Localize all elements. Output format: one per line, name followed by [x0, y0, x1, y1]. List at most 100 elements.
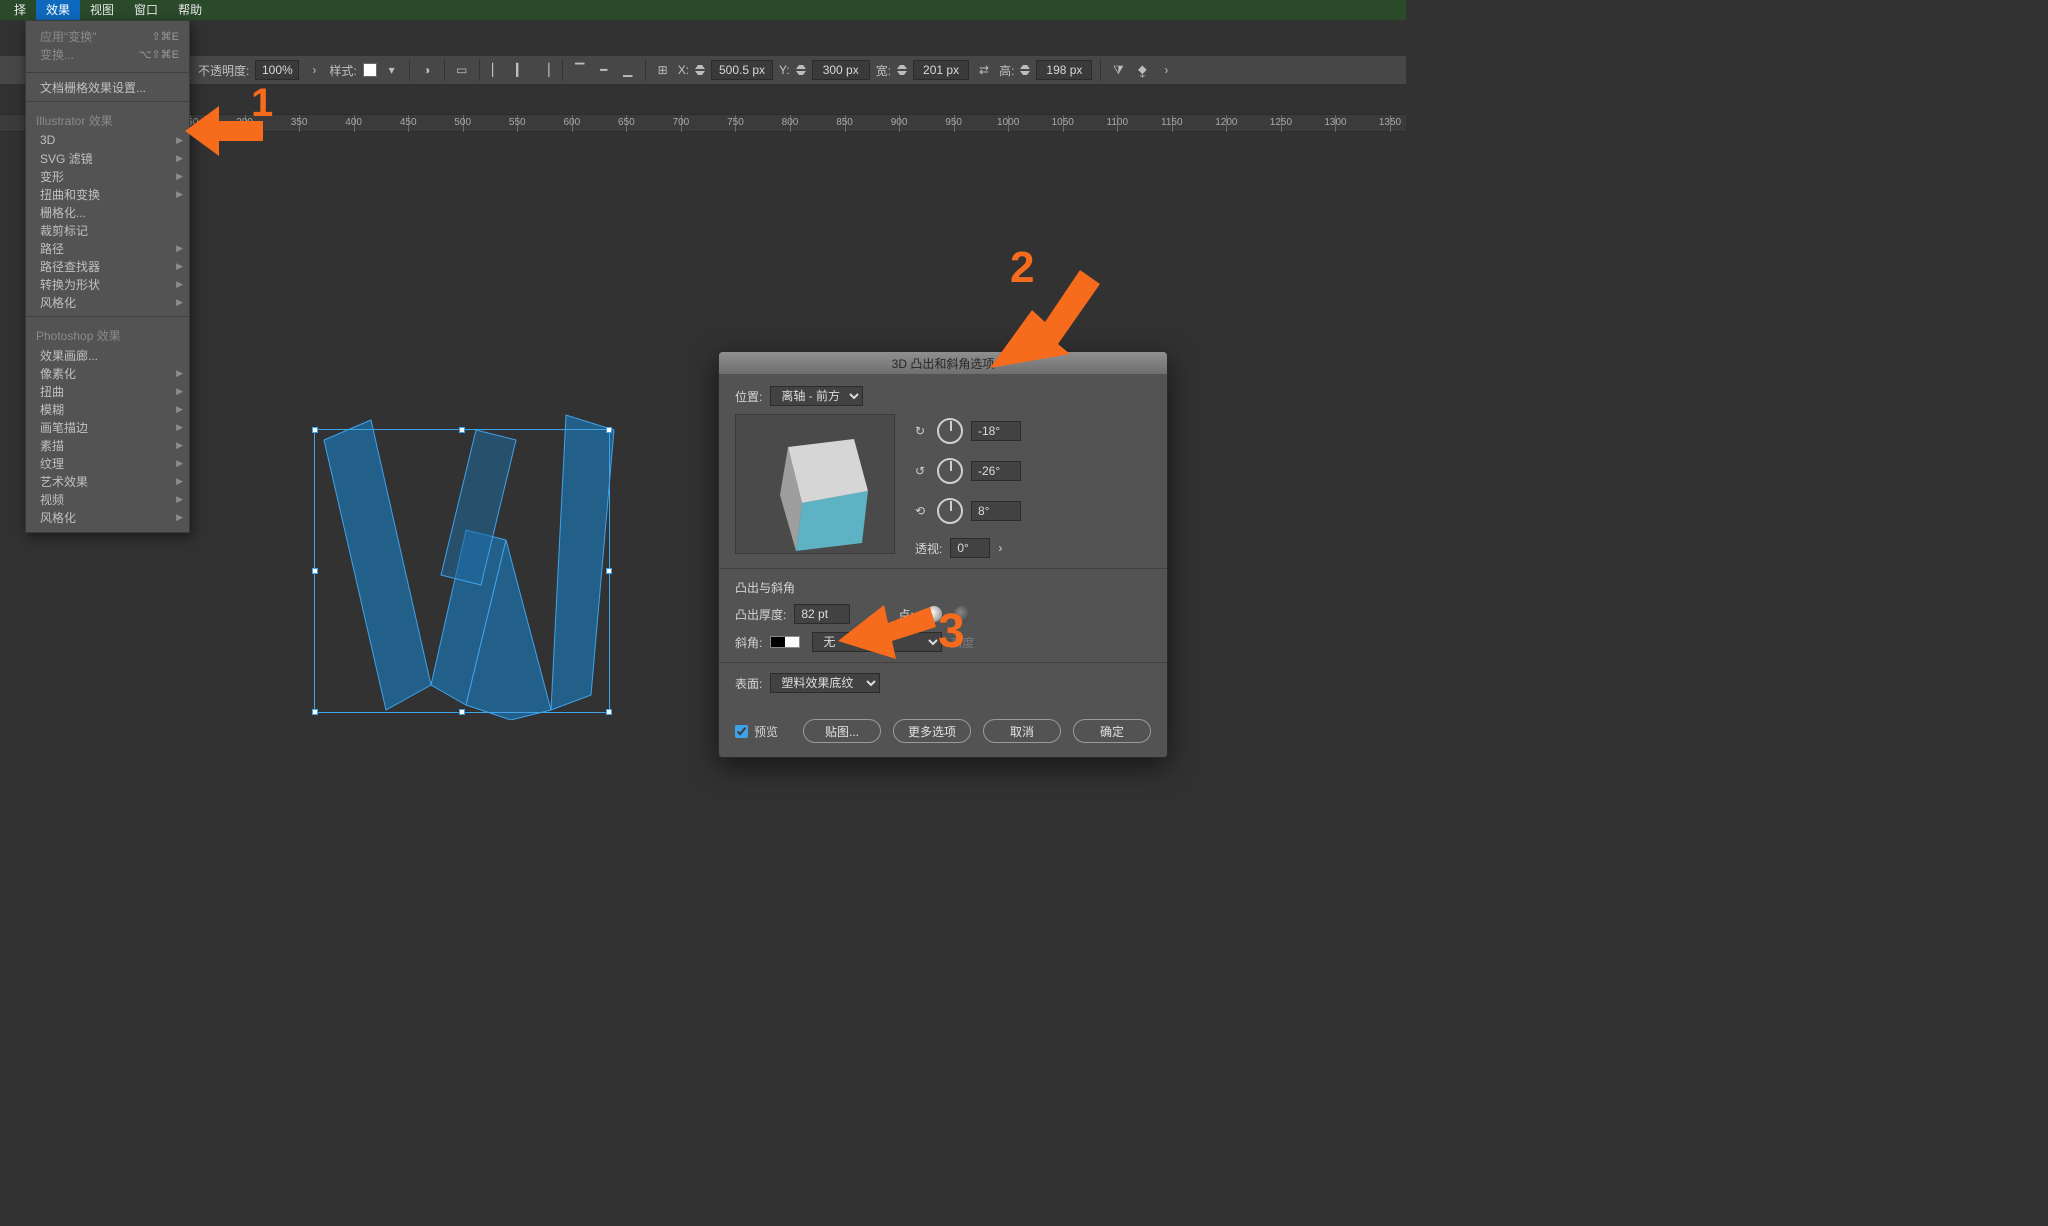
submenu-arrow-icon: ▶	[176, 261, 183, 272]
chevron-down-icon[interactable]: ▾	[383, 61, 401, 79]
y-stepper[interactable]	[796, 60, 806, 80]
menu-item[interactable]: 画笔描边▶	[26, 418, 189, 436]
submenu-arrow-icon: ▶	[176, 243, 183, 254]
menu-item[interactable]: 艺术效果▶	[26, 472, 189, 490]
rotate-x-icon: ↻	[915, 424, 929, 438]
divider	[1100, 59, 1101, 81]
x-stepper[interactable]	[695, 60, 705, 80]
align-left-icon[interactable]: ▏	[488, 61, 506, 79]
align-center-h-icon[interactable]: ▎	[512, 61, 530, 79]
menu-item[interactable]: 效果画廊...	[26, 346, 189, 364]
menu-item[interactable]: 路径▶	[26, 239, 189, 257]
y-field[interactable]: 300 px	[812, 60, 870, 80]
ok-button[interactable]: 确定	[1073, 719, 1151, 743]
menu-item[interactable]: SVG 滤镜▶	[26, 149, 189, 167]
opacity-field[interactable]: 100%	[255, 60, 299, 80]
horizontal-ruler[interactable]: 2503003504004505005506006507007508008509…	[0, 114, 1406, 132]
recolor-icon[interactable]: ◑	[418, 61, 436, 79]
perspective-field[interactable]	[950, 538, 990, 558]
menu-item[interactable]: 3D▶	[26, 131, 189, 149]
perspective-label: 透视:	[915, 540, 942, 557]
dialog-title[interactable]: 3D 凸出和斜角选项	[719, 352, 1167, 374]
menu-view[interactable]: 视图	[80, 0, 124, 20]
menu-effect[interactable]: 效果	[36, 0, 80, 20]
menu-item[interactable]: 转换为形状▶	[26, 275, 189, 293]
menu-item[interactable]: 变形▶	[26, 167, 189, 185]
menu-help[interactable]: 帮助	[168, 0, 212, 20]
cap-off-icon[interactable]	[954, 606, 970, 622]
style-swatch[interactable]	[363, 63, 377, 77]
h-field[interactable]: 198 px	[1036, 60, 1092, 80]
flip-icon[interactable]: ⧪	[1133, 61, 1151, 79]
handle-e[interactable]	[606, 568, 612, 574]
handle-se[interactable]	[606, 709, 612, 715]
submenu-arrow-icon: ▶	[176, 494, 183, 505]
rotate-y-dial[interactable]	[937, 458, 963, 484]
align-top-icon[interactable]: ▔	[571, 61, 589, 79]
rotate-y-field[interactable]	[971, 461, 1021, 481]
shear-icon[interactable]: ⧩	[1109, 61, 1127, 79]
position-select[interactable]: 离轴 - 前方	[770, 386, 863, 406]
rotate-z-icon: ⟲	[915, 504, 929, 518]
menu-item[interactable]: 视频▶	[26, 490, 189, 508]
menu-item[interactable]: 扭曲和变换▶	[26, 185, 189, 203]
align-artboard-icon[interactable]: ▭	[453, 61, 471, 79]
more-options-button[interactable]: 更多选项	[893, 719, 971, 743]
divider	[719, 662, 1167, 663]
position-label: 位置:	[735, 388, 762, 405]
menu-item[interactable]: 像素化▶	[26, 364, 189, 382]
menu-item[interactable]: 风格化▶	[26, 293, 189, 311]
menu-item[interactable]: 风格化▶	[26, 508, 189, 526]
preview-checkbox[interactable]: 预览	[735, 723, 778, 740]
menu-item[interactable]: 栅格化...	[26, 203, 189, 221]
menu-item[interactable]: 纹理▶	[26, 454, 189, 472]
align-bottom-icon[interactable]: ▁	[619, 61, 637, 79]
chevron-right-icon[interactable]: ›	[998, 541, 1002, 555]
menu-item[interactable]: 扭曲▶	[26, 382, 189, 400]
handle-n[interactable]	[459, 427, 465, 433]
surface-label: 表面:	[735, 675, 762, 692]
w-field[interactable]: 201 px	[913, 60, 969, 80]
cancel-button[interactable]: 取消	[983, 719, 1061, 743]
rotation-cube-preview[interactable]	[735, 414, 895, 554]
link-wh-icon[interactable]: ⇄	[975, 61, 993, 79]
menu-item[interactable]: 路径查找器 ▶	[26, 257, 189, 275]
x-field[interactable]: 500.5 px	[711, 60, 773, 80]
bevel-select[interactable]: 无	[812, 632, 942, 652]
h-stepper[interactable]	[1020, 60, 1030, 80]
separator	[26, 316, 189, 317]
menu-doc-raster-settings[interactable]: 文档栅格效果设置...	[26, 78, 189, 96]
handle-nw[interactable]	[312, 427, 318, 433]
handle-sw[interactable]	[312, 709, 318, 715]
menu-item[interactable]: 模糊▶	[26, 400, 189, 418]
menu-window[interactable]: 窗口	[124, 0, 168, 20]
menu-apply-transform[interactable]: 应用"变换" ⇧⌘E	[26, 27, 189, 45]
menu-item[interactable]: 素描▶	[26, 436, 189, 454]
menu-item-label: 路径查找器	[40, 258, 100, 275]
menu-select[interactable]: 择	[4, 0, 36, 20]
rotate-z-field[interactable]	[971, 501, 1021, 521]
menu-item-label: 像素化	[40, 365, 76, 382]
chevron-right-icon[interactable]: ›	[1157, 61, 1175, 79]
map-art-button[interactable]: 贴图...	[803, 719, 881, 743]
rotate-x-dial[interactable]	[937, 418, 963, 444]
chevron-right-icon[interactable]: ›	[305, 61, 323, 79]
align-right-icon[interactable]: ▕	[536, 61, 554, 79]
canvas[interactable]	[0, 132, 1406, 842]
handle-s[interactable]	[459, 709, 465, 715]
align-middle-icon[interactable]: ━	[595, 61, 613, 79]
rotate-x-field[interactable]	[971, 421, 1021, 441]
menu-transform[interactable]: 变换... ⌥⇧⌘E	[26, 45, 189, 63]
transform-icon[interactable]: ⊞	[654, 61, 672, 79]
handle-ne[interactable]	[606, 427, 612, 433]
w-stepper[interactable]	[897, 60, 907, 80]
handle-w[interactable]	[312, 568, 318, 574]
cap-on-icon[interactable]	[926, 606, 942, 622]
preview-checkbox-input[interactable]	[735, 725, 748, 738]
menu-item[interactable]: 裁剪标记	[26, 221, 189, 239]
extrude-depth-field[interactable]	[794, 604, 850, 624]
submenu-arrow-icon: ▶	[176, 153, 183, 164]
surface-select[interactable]: 塑料效果底纹	[770, 673, 880, 693]
rotate-z-dial[interactable]	[937, 498, 963, 524]
selection-bounding-box[interactable]	[314, 429, 610, 713]
